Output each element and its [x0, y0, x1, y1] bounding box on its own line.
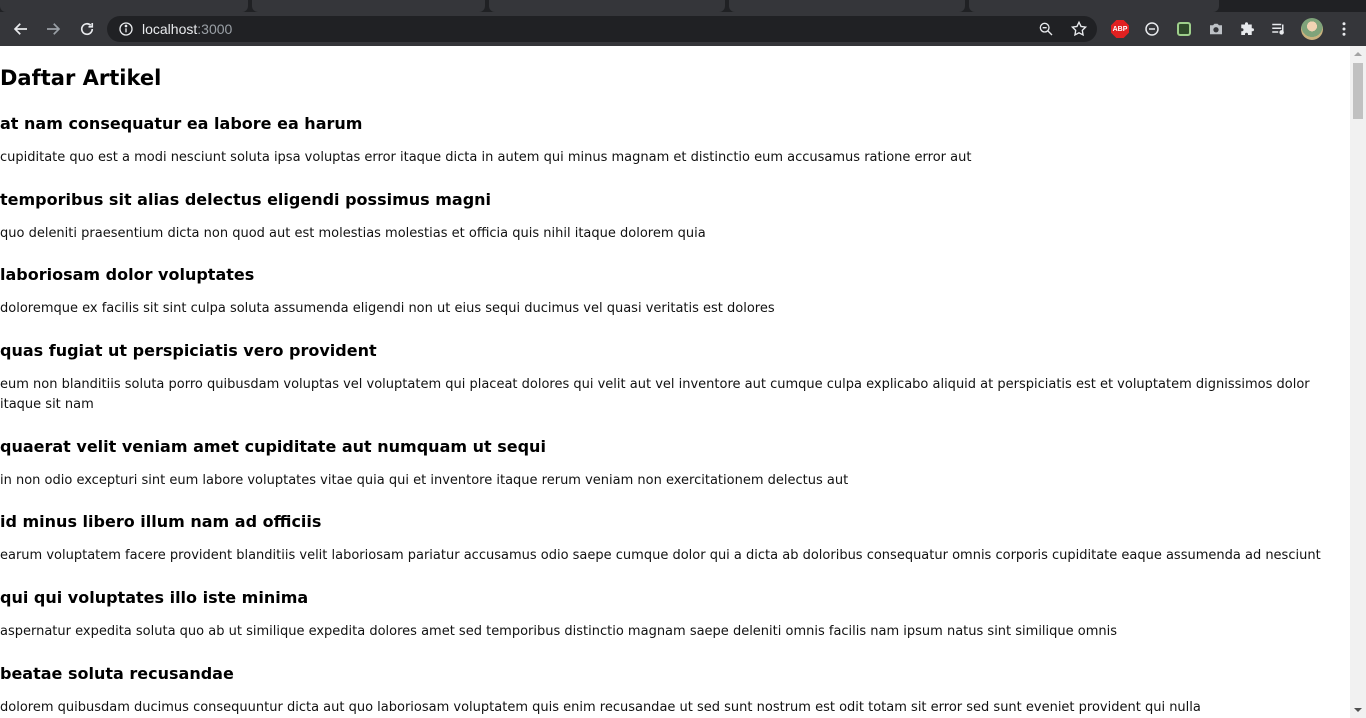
reload-button[interactable]	[75, 17, 99, 41]
url-host: localhost	[142, 21, 198, 37]
playlist-icon	[1272, 23, 1284, 35]
browser-toolbar: localhost:3000 ABP	[0, 12, 1366, 46]
article-body: aspernatur expedita soluta quo ab ut sim…	[0, 624, 1118, 639]
article-title: quas fugiat ut perspiciatis vero provide…	[0, 341, 377, 360]
sync-icon	[1145, 22, 1159, 36]
url-text[interactable]: localhost:3000	[142, 20, 232, 38]
extensions-button[interactable]	[1239, 20, 1257, 38]
profile-avatar[interactable]	[1301, 18, 1323, 40]
adblock-extension-button[interactable]: ABP	[1111, 20, 1129, 38]
page-content: Daftar Artikel at nam consequatur ea lab…	[0, 46, 1350, 718]
article-title: laboriosam dolor voluptates	[0, 265, 255, 284]
article-body: eum non blanditiis soluta porro quibusda…	[0, 377, 1310, 412]
article-item: at nam consequatur ea labore ea harum cu…	[0, 113, 1340, 165]
article-body: in non odio excepturi sint eum labore vo…	[0, 473, 849, 488]
puzzle-icon	[1241, 22, 1254, 35]
adblock-icon: ABP	[1111, 20, 1129, 38]
scroll-thumb[interactable]	[1353, 63, 1363, 119]
back-button[interactable]	[9, 17, 33, 41]
article-title: temporibus sit alias delectus eligendi p…	[0, 190, 492, 209]
article-item: temporibus sit alias delectus eligendi p…	[0, 189, 1340, 241]
article-title: id minus libero illum nam ad officiis	[0, 512, 322, 531]
article-item: quas fugiat ut perspiciatis vero provide…	[0, 340, 1340, 412]
scroll-down-arrow[interactable]	[1354, 708, 1362, 712]
article-item: beatae soluta recusandae dolorem quibusd…	[0, 663, 1340, 715]
article-title: quaerat velit veniam amet cupiditate aut…	[0, 437, 546, 456]
forward-button[interactable]	[41, 17, 65, 41]
article-body: quo deleniti praesentium dicta non quod …	[0, 226, 706, 241]
scroll-up-arrow[interactable]	[1354, 52, 1362, 56]
article-item: quaerat velit veniam amet cupiditate aut…	[0, 436, 1340, 488]
tab-strip	[0, 0, 1366, 12]
bookmark-star-icon[interactable]	[1070, 20, 1088, 38]
reload-icon	[80, 22, 94, 36]
info-icon[interactable]	[118, 21, 134, 37]
arrow-left-icon	[13, 23, 27, 35]
article-item: laboriosam dolor voluptates doloremque e…	[0, 264, 1340, 316]
camera-icon	[1210, 23, 1222, 35]
zoom-icon[interactable]	[1038, 21, 1054, 37]
article-body: earum voluptatem facere provident blandi…	[0, 548, 1321, 563]
article-title: beatae soluta recusandae	[0, 664, 234, 683]
browser-tab[interactable]	[489, 0, 725, 12]
arrow-right-icon	[47, 23, 61, 35]
browser-tab[interactable]	[0, 0, 248, 12]
article-body: doloremque ex facilis sit sint culpa sol…	[0, 301, 775, 316]
article-title: qui qui voluptates illo iste minima	[0, 588, 309, 607]
article-body: cupiditate quo est a modi nesciunt solut…	[0, 150, 972, 165]
extension-button[interactable]	[1175, 20, 1193, 38]
more-vert-icon[interactable]	[1335, 20, 1353, 38]
article-item: qui qui voluptates illo iste minima aspe…	[0, 587, 1340, 639]
vertical-scrollbar[interactable]	[1350, 46, 1366, 718]
extension-icon	[1177, 22, 1191, 36]
screenshot-extension-button[interactable]	[1207, 20, 1225, 38]
browser-tab-active[interactable]	[729, 0, 965, 12]
browser-tab[interactable]	[252, 0, 485, 12]
article-title: at nam consequatur ea labore ea harum	[0, 114, 363, 133]
address-bar[interactable]: localhost:3000	[107, 16, 1097, 42]
extension-button[interactable]	[1143, 20, 1161, 38]
article-item: id minus libero illum nam ad officiis ea…	[0, 511, 1340, 563]
page-title: Daftar Artikel	[0, 66, 162, 90]
browser-tab[interactable]	[969, 0, 1219, 12]
url-port: :3000	[197, 21, 233, 37]
media-control-button[interactable]	[1270, 20, 1288, 38]
article-body: dolorem quibusdam ducimus consequuntur d…	[0, 700, 1201, 715]
